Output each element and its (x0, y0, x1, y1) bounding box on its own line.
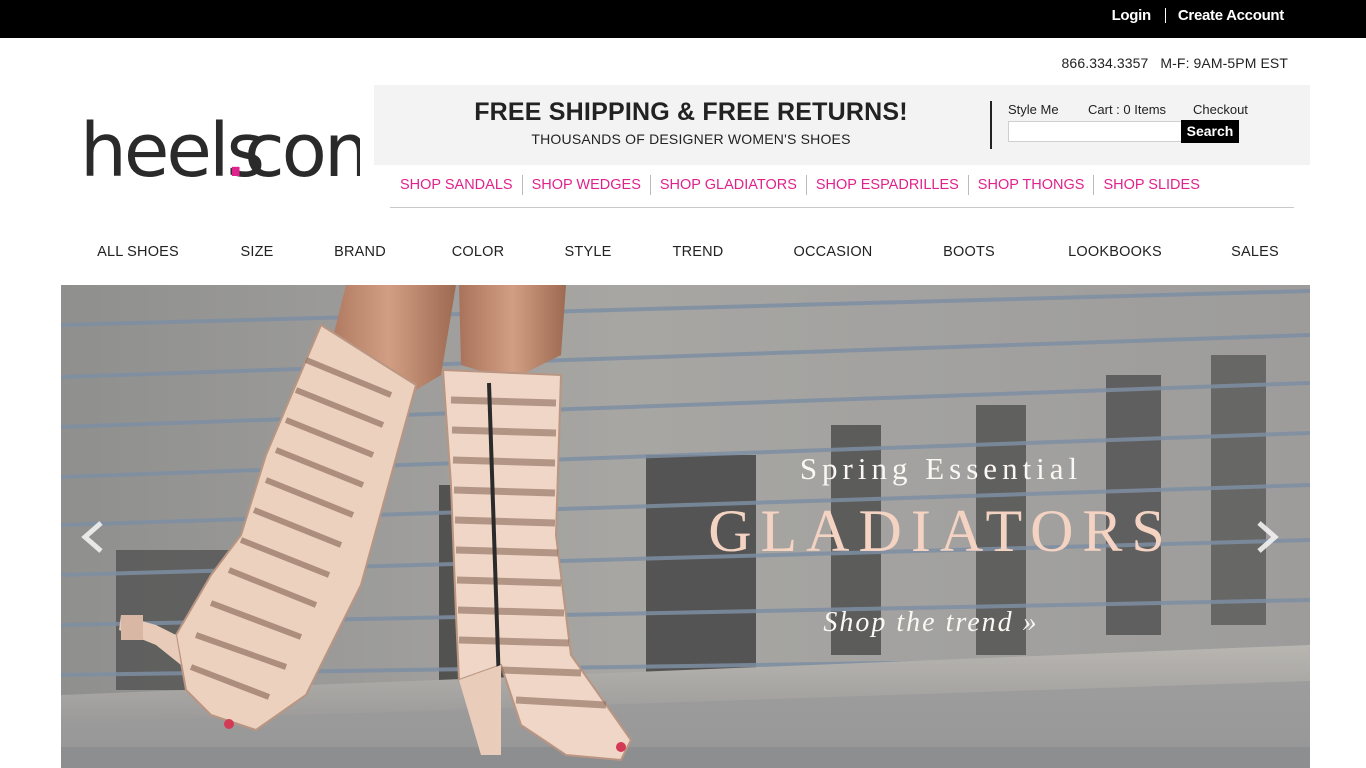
shop-category-links: SHOP SANDALS SHOP WEDGES SHOP GLADIATORS… (390, 174, 1209, 196)
nav-style[interactable]: STYLE (565, 244, 612, 260)
shop-link-wedges[interactable]: SHOP WEDGES (523, 175, 651, 195)
nav-brand[interactable]: BRAND (334, 244, 386, 260)
divider (1164, 8, 1166, 23)
chevron-left-icon[interactable] (79, 519, 107, 555)
cart-link[interactable]: Cart : 0 Items (1088, 102, 1166, 117)
nav-boots[interactable]: BOOTS (943, 244, 995, 260)
divider (990, 101, 992, 149)
hero-title: GLADIATORS (708, 498, 1174, 564)
nav-occasion[interactable]: OCCASION (794, 244, 873, 260)
site-logo[interactable]: heels . com (80, 84, 360, 189)
nav-lookbooks[interactable]: LOOKBOOKS (1068, 244, 1162, 260)
hero-eyebrow: Spring Essential (799, 451, 1083, 486)
nav-color[interactable]: COLOR (452, 244, 505, 260)
shop-link-slides[interactable]: SHOP SLIDES (1094, 175, 1208, 195)
business-hours: M-F: 9AM-5PM EST (1160, 55, 1288, 71)
search-input[interactable] (1008, 121, 1182, 142)
top-bar: Login Create Account (0, 0, 1366, 38)
nav-all-shoes[interactable]: ALL SHOES (97, 244, 179, 260)
create-account-link[interactable]: Create Account (1178, 7, 1284, 24)
promo-subline: THOUSANDS OF DESIGNER WOMEN'S SHOES (531, 131, 851, 147)
search-button[interactable]: Search (1181, 120, 1239, 143)
nav-sales[interactable]: SALES (1231, 244, 1279, 260)
shop-link-sandals[interactable]: SHOP SANDALS (390, 175, 523, 195)
account-links: Login Create Account (1112, 7, 1285, 24)
shop-link-espadrilles[interactable]: SHOP ESPADRILLES (807, 175, 969, 195)
chevron-right-icon[interactable] (1253, 519, 1281, 555)
style-me-link[interactable]: Style Me (1008, 102, 1059, 117)
login-link[interactable]: Login (1112, 7, 1152, 24)
shop-the-trend-link[interactable]: Shop the trend » (801, 607, 1061, 639)
phone-number: 866.334.3357 (1061, 55, 1149, 71)
hero-banner[interactable]: Spring Essential GLADIATORS Shop the tre… (61, 285, 1310, 768)
main-nav: ALL SHOES SIZE BRAND COLOR STYLE TREND O… (60, 244, 1310, 268)
checkout-link[interactable]: Checkout (1193, 102, 1248, 117)
nav-trend[interactable]: TREND (673, 244, 724, 260)
promo-banner: FREE SHIPPING & FREE RETURNS! THOUSANDS … (374, 85, 1310, 165)
promo-headline: FREE SHIPPING & FREE RETURNS! (474, 98, 908, 126)
divider (390, 207, 1294, 208)
shop-link-gladiators[interactable]: SHOP GLADIATORS (651, 175, 807, 195)
nav-size[interactable]: SIZE (240, 244, 273, 260)
shop-link-thongs[interactable]: SHOP THONGS (969, 175, 1095, 195)
logo-text-tail: com (244, 108, 360, 189)
contact-info: 866.334.3357 M-F: 9AM-5PM EST (1062, 55, 1288, 71)
